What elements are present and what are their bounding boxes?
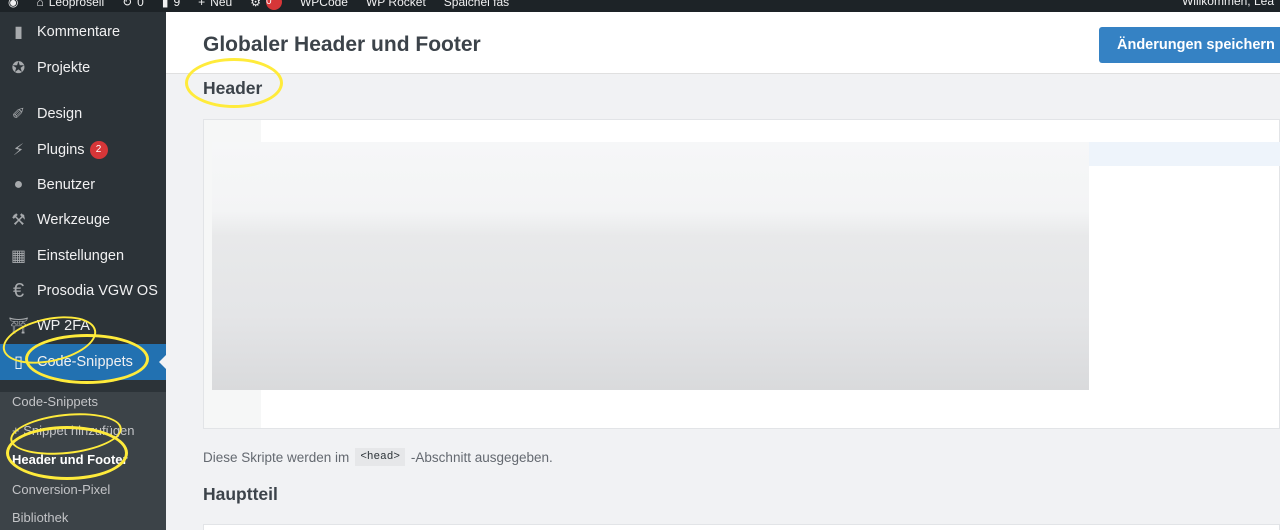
admin-bar-wprocket[interactable]: WP Rocket xyxy=(366,0,426,9)
euro-icon: € xyxy=(12,279,25,302)
shield-lock-icon: ⛩ xyxy=(8,318,29,335)
sidebar-item-projekte[interactable]: ✪ Projekte xyxy=(0,50,166,86)
sidebar-item-werkzeuge[interactable]: ⚒ Werkzeuge xyxy=(0,202,166,238)
sidebar-item-einstellungen[interactable]: ▦ Einstellungen xyxy=(0,238,166,274)
admin-bar-new[interactable]: + Neu xyxy=(198,0,232,9)
brush-icon: ✐ xyxy=(11,106,26,123)
sidebar-item-plugins[interactable]: ⚡ Plugins 2 xyxy=(0,132,166,168)
wrench-icon: ⚒ xyxy=(11,212,26,229)
admin-bar-spaichel[interactable]: Spaichel fas xyxy=(444,0,509,9)
wp-logo-icon[interactable]: ◉ xyxy=(8,0,18,9)
submenu-conversion-pixel[interactable]: Conversion-Pixel xyxy=(12,482,110,497)
sidebar-item-benutzer[interactable]: ● Benutzer xyxy=(0,167,166,203)
header-code-editor[interactable] xyxy=(203,119,1280,429)
sidebar-item-code-snippets[interactable]: ▯ Code-Snippets xyxy=(0,344,167,380)
admin-bar-greeting[interactable]: Willkommen, Lea xyxy=(1182,0,1274,8)
sidebar-item-wp2fa[interactable]: ⛩ WP 2FA xyxy=(0,308,166,344)
admin-bar: ◉ ⌂ Leoprosell ↻ 0 ▮ 9 + Neu ⚙ 0 WPCode WP Ro… xyxy=(0,0,1280,12)
comment-icon: ▮ xyxy=(14,24,23,41)
body-code-editor[interactable] xyxy=(203,524,1280,530)
pin-icon: ✪ xyxy=(11,60,26,77)
header-section-title: Header xyxy=(203,78,263,98)
code-icon: ▯ xyxy=(14,354,23,371)
sidebar-item-prosodia[interactable]: € Prosodia VGW OS xyxy=(0,273,166,309)
save-changes-button[interactable]: Änderungen speichern xyxy=(1099,27,1280,63)
settings-icon: ▦ xyxy=(10,248,27,265)
admin-bar-notifications[interactable]: ⚙ 0 xyxy=(250,0,282,10)
site-name: Leoprosell xyxy=(48,0,105,9)
submenu-code-snippets[interactable]: Code-Snippets xyxy=(12,394,98,409)
head-tag-code: <head> xyxy=(355,448,405,466)
admin-bar-wpcode[interactable]: WPCode xyxy=(300,0,348,9)
header-description: Diese Skripte werden im <head> -Abschnit… xyxy=(203,448,553,466)
home-icon: ⌂ xyxy=(36,0,44,9)
blurred-code-content xyxy=(212,142,1089,390)
submenu-bibliothek[interactable]: Bibliothek xyxy=(12,510,68,525)
admin-sidebar: ▮ Kommentare ✪ Projekte ✐ Design ⚡ Plugi… xyxy=(0,12,167,530)
page-title: Globaler Header und Footer xyxy=(203,33,481,56)
plug-icon: ⚡ xyxy=(12,142,25,159)
comment-small-icon: ▮ xyxy=(161,0,169,9)
submenu-header-footer[interactable]: Header und Footer xyxy=(12,452,128,467)
code-snippets-submenu: Code-Snippets + Snippet hinzufügen Heade… xyxy=(0,392,166,530)
sidebar-item-design[interactable]: ✐ Design xyxy=(0,96,166,132)
wp-admin-screen: ◉ ⌂ Leoprosell ↻ 0 ▮ 9 + Neu ⚙ 0 WPCode WP Ro… xyxy=(0,0,1280,530)
admin-bar-comments[interactable]: ▮ 9 xyxy=(162,0,180,9)
refresh-icon: ↻ xyxy=(122,0,133,9)
sidebar-item-kommentare[interactable]: ▮ Kommentare xyxy=(0,14,166,50)
admin-bar-site[interactable]: ⌂ Leoprosell xyxy=(36,0,104,9)
page-header-bar: Globaler Header und Footer Änderungen sp… xyxy=(166,12,1280,74)
submenu-add-snippet[interactable]: + Snippet hinzufügen xyxy=(12,423,135,438)
user-icon: ● xyxy=(13,176,24,193)
admin-bar-updates[interactable]: ↻ 0 xyxy=(122,0,144,9)
admin-bar-items: ◉ ⌂ Leoprosell ↻ 0 ▮ 9 + Neu ⚙ 0 WPCode WP Ro… xyxy=(8,0,509,10)
body-section-title: Hauptteil xyxy=(203,484,278,504)
main-content: Globaler Header und Footer Änderungen sp… xyxy=(166,12,1280,530)
plugin-notice-icon: ⚙ xyxy=(250,0,261,9)
plugins-update-badge: 2 xyxy=(89,141,108,159)
